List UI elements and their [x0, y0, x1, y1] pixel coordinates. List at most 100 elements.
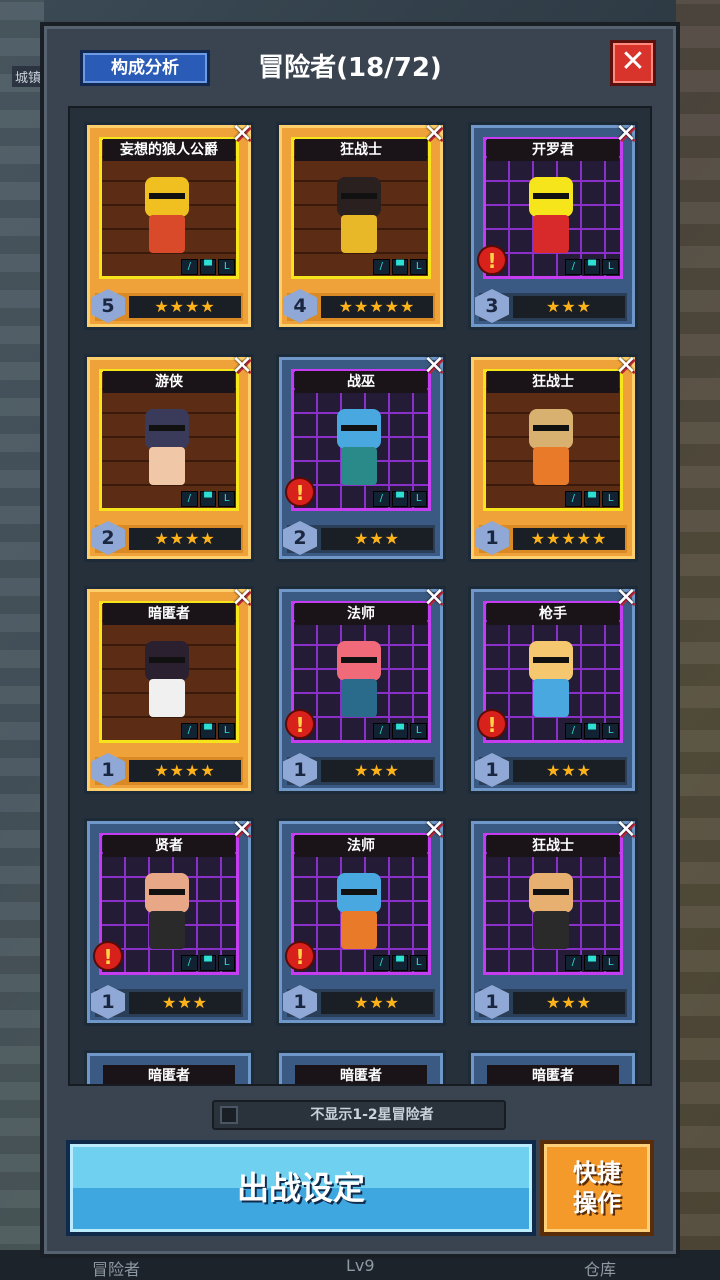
card-name: 狂战士	[295, 139, 427, 161]
card-name: 法师	[295, 603, 427, 625]
card-name: 暗匿者	[295, 1065, 427, 1084]
crossed-swords-icon[interactable]: ✕	[227, 815, 257, 845]
armor-slot-icon: ▀	[199, 259, 217, 275]
crossed-swords-icon[interactable]: ✕	[227, 351, 257, 381]
crossed-swords-icon[interactable]: ✕	[611, 583, 641, 613]
equipment-slots: / ▀ L	[373, 723, 428, 739]
crossed-swords-icon[interactable]: ✕	[419, 583, 449, 613]
adventurer-card[interactable]: 狂战士 / ▀ L ✕ ★★★★★ 4	[276, 119, 449, 330]
card-footer: ★★★★★ 4	[283, 289, 435, 323]
armor-slot-icon: ▀	[583, 259, 601, 275]
card-name: 贤者	[103, 835, 235, 857]
armor-slot-icon: ▀	[583, 491, 601, 507]
card-footer: ★★★★ 5	[91, 289, 243, 323]
battle-setup-button[interactable]: 出战设定	[66, 1140, 536, 1236]
composition-analysis-button[interactable]: 构成分析	[80, 50, 210, 86]
hero-glasses	[149, 193, 185, 199]
boots-slot-icon: L	[602, 955, 620, 971]
hero-glasses	[149, 657, 185, 663]
nav-adventurers[interactable]: 冒险者	[92, 1256, 140, 1280]
background-wall-left	[0, 0, 44, 1280]
crossed-swords-icon[interactable]: ✕	[419, 351, 449, 381]
equipment-slots: / ▀ L	[181, 723, 236, 739]
hero-glasses	[533, 425, 569, 431]
hero-glasses	[149, 889, 185, 895]
equipment-slots: / ▀ L	[373, 491, 428, 507]
card-footer: ★★★ 1	[283, 985, 435, 1019]
crossed-swords-icon[interactable]: ✕	[419, 119, 449, 149]
adventurer-card[interactable]: 暗匿者 / ▀ L ✕ ★★★★ 1	[84, 583, 257, 794]
adventurer-card[interactable]: 战巫 / ▀ L ✕ ! ★★★ 2	[276, 351, 449, 562]
star-rating: ★★★★	[129, 528, 241, 550]
adventurer-card[interactable]: 暗匿者	[468, 1050, 638, 1084]
adventurer-card[interactable]: 开罗君 / ▀ L ✕ ! ★★★ 3	[468, 119, 641, 330]
star-rating: ★★★★	[129, 760, 241, 782]
adventurer-grid[interactable]: 妄想的狼人公爵 / ▀ L ✕ ★★★★ 5 狂战士 / ▀ L ✕ ★★★★★…	[68, 106, 652, 1086]
boots-slot-icon: L	[218, 491, 236, 507]
card-footer: ★★★ 3	[475, 289, 627, 323]
boots-slot-icon: L	[602, 723, 620, 739]
boots-slot-icon: L	[410, 723, 428, 739]
card-footer: ★★★★ 2	[91, 521, 243, 555]
alert-icon: !	[477, 709, 507, 739]
close-icon: ✕	[620, 44, 646, 79]
hero-sprite	[327, 873, 391, 953]
adventurer-card[interactable]: 妄想的狼人公爵 / ▀ L ✕ ★★★★ 5	[84, 119, 257, 330]
hero-body	[341, 911, 377, 949]
adventurer-card[interactable]: 游侠 / ▀ L ✕ ★★★★ 2	[84, 351, 257, 562]
crossed-swords-icon[interactable]: ✕	[611, 815, 641, 845]
close-button[interactable]: ✕	[610, 40, 656, 86]
toggle-checkbox[interactable]	[220, 1106, 238, 1124]
level-badge: 2	[283, 521, 317, 555]
nav-warehouse[interactable]: 仓库	[584, 1256, 616, 1280]
star-rating: ★★★★★	[321, 296, 433, 318]
hide-low-star-toggle[interactable]: 不显示1-2星冒险者	[212, 1100, 506, 1130]
crossed-swords-icon[interactable]: ✕	[611, 351, 641, 381]
card-name: 妄想的狼人公爵	[103, 139, 235, 161]
armor-slot-icon: ▀	[391, 955, 409, 971]
level-badge: 1	[91, 753, 125, 787]
crossed-swords-icon[interactable]: ✕	[611, 119, 641, 149]
level-badge: 1	[475, 521, 509, 555]
weapon-slot-icon: /	[181, 259, 198, 275]
armor-slot-icon: ▀	[391, 259, 409, 275]
level-badge: 1	[475, 985, 509, 1019]
equipment-slots: / ▀ L	[565, 259, 620, 275]
armor-slot-icon: ▀	[391, 723, 409, 739]
star-rating: ★★★	[321, 528, 433, 550]
adventurer-card[interactable]: 狂战士 / ▀ L ✕ ★★★★★ 1	[468, 351, 641, 562]
hero-body	[533, 215, 569, 253]
weapon-slot-icon: /	[565, 259, 582, 275]
adventurer-card[interactable]: 狂战士 / ▀ L ✕ ★★★ 1	[468, 815, 641, 1026]
star-rating: ★★★	[513, 296, 625, 318]
adventurer-card[interactable]: 暗匿者	[84, 1050, 254, 1084]
crossed-swords-icon[interactable]: ✕	[227, 583, 257, 613]
adventurer-card[interactable]: 暗匿者	[276, 1050, 446, 1084]
hero-body	[341, 215, 377, 253]
quick-action-button[interactable]: 快捷 操作	[540, 1140, 654, 1236]
quick-action-line2: 操作	[573, 1189, 621, 1217]
weapon-slot-icon: /	[181, 955, 198, 971]
adventurer-card[interactable]: 法师 / ▀ L ✕ ! ★★★ 1	[276, 815, 449, 1026]
hero-sprite	[135, 409, 199, 489]
equipment-slots: / ▀ L	[373, 955, 428, 971]
level-badge: 1	[91, 985, 125, 1019]
equipment-slots: / ▀ L	[373, 259, 428, 275]
level-badge: 3	[475, 289, 509, 323]
crossed-swords-icon[interactable]: ✕	[227, 119, 257, 149]
weapon-slot-icon: /	[373, 955, 390, 971]
equipment-slots: / ▀ L	[565, 955, 620, 971]
level-badge: 2	[91, 521, 125, 555]
equipment-slots: / ▀ L	[565, 723, 620, 739]
crossed-swords-icon[interactable]: ✕	[419, 815, 449, 845]
hero-body	[149, 679, 185, 717]
armor-slot-icon: ▀	[391, 491, 409, 507]
hero-glasses	[533, 657, 569, 663]
weapon-slot-icon: /	[565, 723, 582, 739]
adventurer-card[interactable]: 枪手 / ▀ L ✕ ! ★★★ 1	[468, 583, 641, 794]
adventurer-card[interactable]: 法师 / ▀ L ✕ ! ★★★ 1	[276, 583, 449, 794]
alert-icon: !	[285, 709, 315, 739]
boots-slot-icon: L	[602, 259, 620, 275]
weapon-slot-icon: /	[373, 723, 390, 739]
adventurer-card[interactable]: 贤者 / ▀ L ✕ ! ★★★ 1	[84, 815, 257, 1026]
